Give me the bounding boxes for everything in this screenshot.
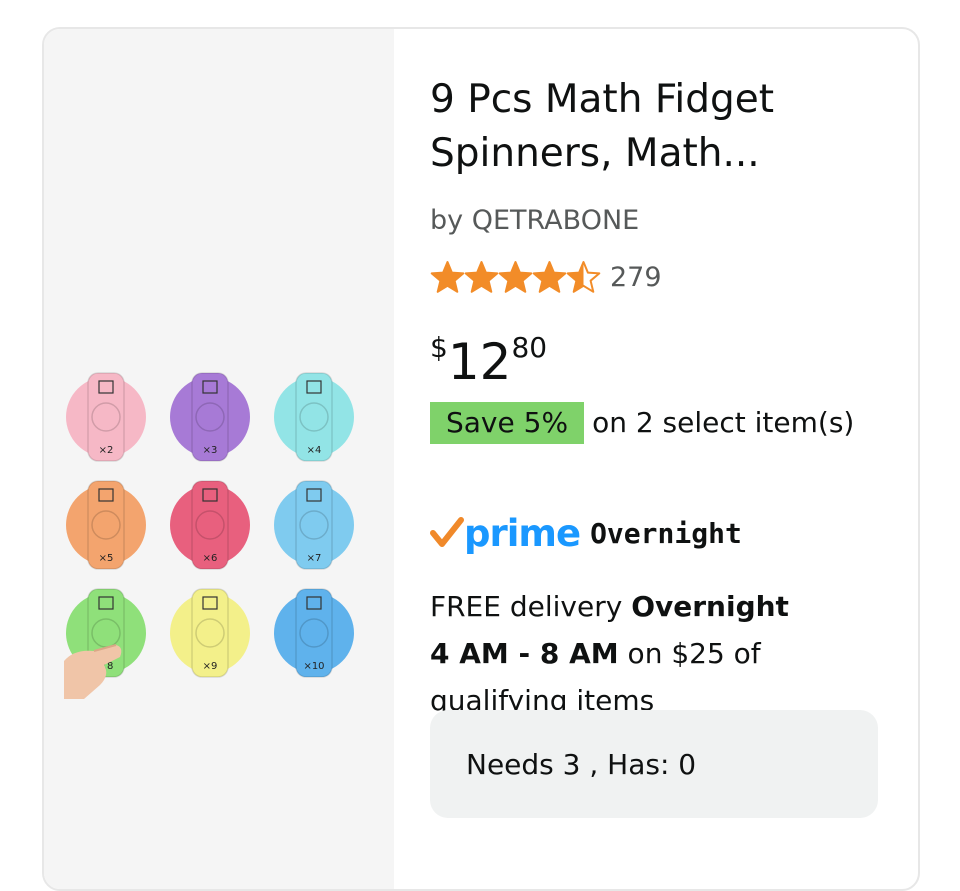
delivery-speed: Overnight (631, 590, 789, 623)
price-whole: 12 (447, 333, 512, 391)
spinner-2: ×3 (168, 369, 252, 465)
spinner-icon: ×2 (66, 372, 146, 462)
spinner-icon: ×7 (274, 480, 354, 570)
prime-logo: prime (464, 511, 581, 555)
spinner-label: ×10 (303, 661, 324, 672)
price: $1280 (430, 331, 547, 391)
hand-illustration (64, 631, 134, 699)
prime-speed: Overnight (590, 516, 742, 550)
spinner-icon: ×5 (66, 480, 146, 570)
spinner-label: ×2 (99, 445, 114, 456)
save-badge[interactable]: Save 5% (430, 402, 585, 444)
price-symbol: $ (430, 331, 448, 364)
prime-row: prime Overnight (430, 507, 742, 559)
rating-row[interactable]: 279 (430, 255, 662, 299)
star-rating (430, 260, 601, 295)
star-half-icon (566, 260, 601, 293)
spinner-1: ×2 (64, 369, 148, 465)
review-count[interactable]: 279 (610, 262, 662, 293)
spinner-5: ×6 (168, 477, 252, 573)
product-info: 9 Pcs Math Fidget Spinners, Math... by Q… (430, 29, 900, 889)
prime-check-icon (430, 517, 464, 547)
spinner-9: ×10 (272, 585, 356, 681)
brand-byline[interactable]: by QETRABONE (430, 205, 639, 236)
spinner-label: ×9 (203, 661, 218, 672)
spinner-icon: ×6 (170, 480, 250, 570)
spinner-3: ×4 (272, 369, 356, 465)
spinner-label: ×6 (203, 553, 218, 564)
spinner-icon: ×9 (170, 588, 250, 678)
coupon-row: Save 5% on 2 select item(s) (430, 399, 870, 447)
needs-status-box: Needs 3 , Has: 0 (430, 710, 878, 818)
spinner-6: ×7 (272, 477, 356, 573)
delivery-prefix: FREE delivery (430, 590, 632, 623)
spinner-icon: ×3 (170, 372, 250, 462)
spinner-label: ×3 (203, 445, 218, 456)
needs-text: Needs 3 , Has: 0 (466, 748, 697, 781)
price-fraction: 80 (511, 331, 548, 364)
star-full-icon (464, 260, 499, 293)
product-image[interactable]: ×2 ×3 ×4 ×5 ×6 ×7 ×8 ×9 ×10 (44, 29, 394, 889)
delivery-window: 4 AM - 8 AM (430, 637, 619, 670)
save-text: on 2 select item(s) (592, 406, 855, 439)
spinner-grid: ×2 ×3 ×4 ×5 ×6 ×7 ×8 ×9 ×10 (64, 369, 364, 699)
star-full-icon (430, 260, 465, 293)
spinner-icon: ×4 (274, 372, 354, 462)
spinner-4: ×5 (64, 477, 148, 573)
spinner-label: ×4 (307, 445, 322, 456)
product-card[interactable]: ×2 ×3 ×4 ×5 ×6 ×7 ×8 ×9 ×10 9 Pcs Math Fidget Sp… (42, 27, 920, 891)
product-title[interactable]: 9 Pcs Math Fidget Spinners, Math... (430, 73, 890, 181)
delivery-info: FREE delivery Overnight 4 AM - 8 AM on $… (430, 583, 870, 724)
star-full-icon (498, 260, 533, 293)
spinner-label: ×5 (99, 553, 114, 564)
spinner-label: ×7 (307, 553, 322, 564)
star-full-icon (532, 260, 567, 293)
spinner-8: ×9 (168, 585, 252, 681)
spinner-icon: ×10 (274, 588, 354, 678)
